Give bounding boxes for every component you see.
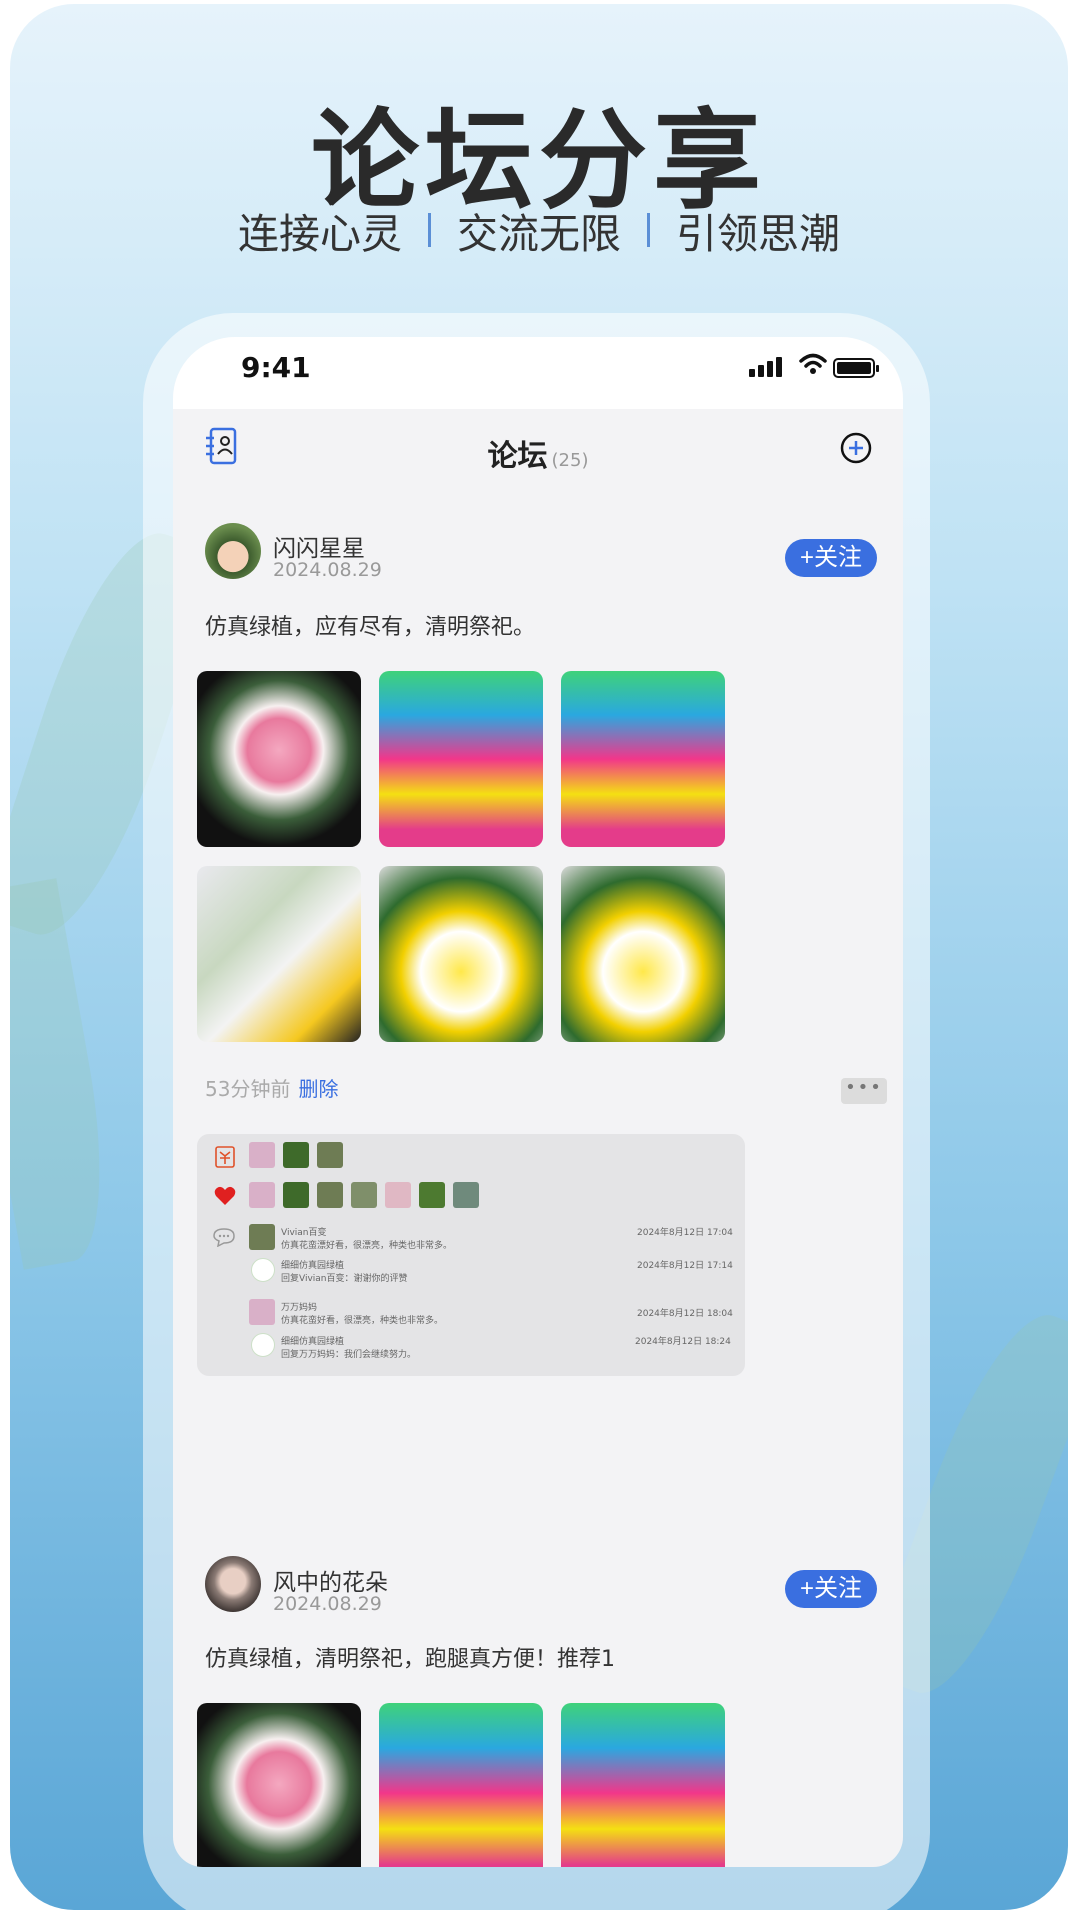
gift-user-avatar[interactable] [249, 1142, 275, 1168]
gift-icon [215, 1146, 235, 1168]
post-image[interactable] [197, 1703, 361, 1867]
post-image[interactable] [379, 866, 543, 1042]
post-image[interactable] [197, 671, 361, 847]
tagline-item: 交流无限 [457, 210, 621, 258]
promo-tagline: 连接心灵 交流无限 引领思潮 [10, 200, 1068, 260]
comment-icon [213, 1228, 235, 1247]
comment-author[interactable]: Vivian百变 [281, 1225, 327, 1238]
nav-bar: 论坛 (25) [173, 409, 903, 497]
post-image[interactable] [561, 866, 725, 1042]
post-date: 2024.08.29 [273, 559, 382, 581]
comment-avatar[interactable] [251, 1258, 275, 1282]
status-time: 9:41 [241, 351, 311, 384]
comment-author[interactable]: 细细仿真园绿植 [281, 1258, 344, 1271]
tagline-item: 连接心灵 [238, 210, 402, 258]
page-title-text: 论坛 [487, 439, 548, 474]
post-text: 仿真绿植，清明祭祀，跑腿真方便！推荐1 [205, 1647, 615, 1672]
status-bar: 9:41 [173, 337, 903, 409]
post-username[interactable]: 风中的花朵 [273, 1563, 388, 1597]
post-time-ago: 53分钟前 [205, 1077, 291, 1101]
follow-button[interactable]: +关注 [785, 539, 877, 577]
post-date: 2024.08.29 [273, 1593, 382, 1615]
bamboo-leaf-decoration [10, 878, 123, 1270]
more-button[interactable]: ••• [841, 1078, 887, 1104]
avatar[interactable] [205, 523, 261, 579]
avatar[interactable] [205, 1556, 261, 1612]
post-count: (25) [551, 450, 589, 471]
comment-text: 回复万万妈妈：我们会继续努力。 [281, 1350, 417, 1360]
post-username[interactable]: 闪闪星星 [273, 529, 365, 563]
phone-screen: 9:41 论坛 (25) 闪闪星星 2024.08.29 +关注 仿真绿植，应有… [173, 337, 903, 1867]
comment-time: 2024年8月12日 18:24 [635, 1337, 731, 1347]
page-title: 论坛 (25) [173, 431, 903, 475]
post-image[interactable] [561, 671, 725, 847]
comment-author[interactable]: 万万妈妈 [281, 1300, 317, 1313]
comment-author[interactable]: 细细仿真园绿植 [281, 1334, 344, 1347]
post-image[interactable] [379, 671, 543, 847]
follow-button[interactable]: +关注 [785, 1570, 877, 1608]
like-user-avatar[interactable] [283, 1182, 309, 1208]
like-user-avatar[interactable] [317, 1182, 343, 1208]
post-image[interactable] [197, 866, 361, 1042]
comment-time: 2024年8月12日 17:14 [637, 1261, 733, 1271]
add-circle-icon[interactable] [839, 431, 873, 465]
comment-avatar[interactable] [249, 1299, 275, 1325]
delete-link[interactable]: 删除 [298, 1077, 338, 1101]
tagline-divider [428, 213, 431, 247]
wifi-icon [799, 353, 827, 374]
interaction-panel: Vivian百变 仿真花蛮漂好看，很漂亮，种类也非常多。 2024年8月12日 … [197, 1134, 745, 1376]
tagline-divider [647, 213, 650, 247]
heart-icon [214, 1186, 236, 1205]
gift-user-avatar[interactable] [283, 1142, 309, 1168]
post-image[interactable] [561, 1703, 725, 1867]
like-user-avatar[interactable] [351, 1182, 377, 1208]
like-user-avatar[interactable] [249, 1182, 275, 1208]
comment-avatar[interactable] [251, 1333, 275, 1357]
comment-time: 2024年8月12日 18:04 [637, 1309, 733, 1319]
comment-time: 2024年8月12日 17:04 [637, 1228, 733, 1238]
comment-text: 回复Vivian百变：谢谢你的评赞 [281, 1274, 408, 1284]
like-user-avatar[interactable] [419, 1182, 445, 1208]
comment-avatar[interactable] [249, 1224, 275, 1250]
gift-user-avatar[interactable] [317, 1142, 343, 1168]
post-meta: 53分钟前 删除 [205, 1073, 338, 1102]
post-image[interactable] [379, 1703, 543, 1867]
battery-icon [833, 358, 879, 378]
like-user-avatar[interactable] [453, 1182, 479, 1208]
signal-icon [749, 357, 782, 377]
like-user-avatar[interactable] [385, 1182, 411, 1208]
comment-text: 仿真花蛮好看，很漂亮，种类也非常多。 [281, 1316, 444, 1326]
post-text: 仿真绿植，应有尽有，清明祭祀。 [205, 615, 536, 640]
comment-text: 仿真花蛮漂好看，很漂亮，种类也非常多。 [281, 1241, 453, 1251]
tagline-item: 引领思潮 [676, 210, 840, 258]
